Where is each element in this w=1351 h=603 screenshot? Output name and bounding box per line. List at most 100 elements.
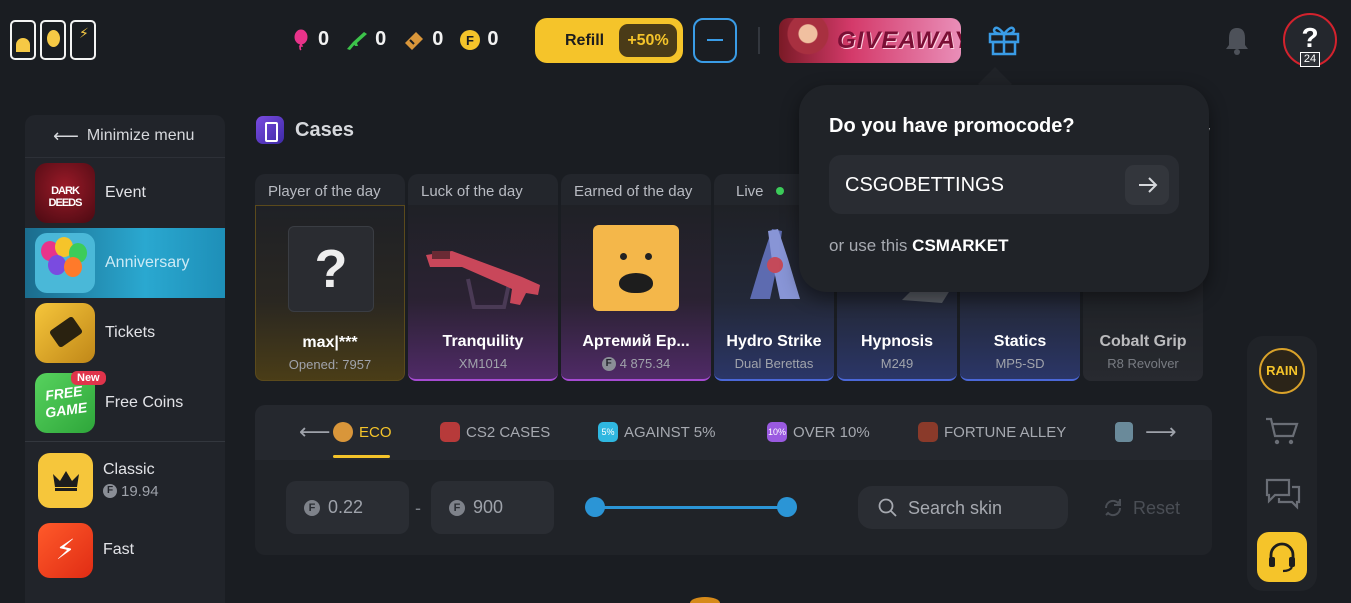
highlight-tabs: Player of the day Luck of the day Earned… [255, 174, 814, 208]
gift-icon[interactable] [986, 22, 1022, 58]
percent-10-icon: 10% [767, 422, 787, 442]
drop-sub: M249 [880, 356, 914, 371]
price-slider-track[interactable] [595, 506, 787, 509]
fcoin-icon: F [460, 29, 481, 50]
sidebar-item-label: Free Coins [105, 394, 184, 411]
drop-name: Cobalt Grip [1099, 333, 1187, 350]
page-title: Cases [256, 116, 354, 144]
rifle-stat[interactable]: 0 [345, 28, 386, 51]
next-category-icon[interactable] [1115, 422, 1133, 442]
promocode-field[interactable] [829, 155, 1179, 214]
minimize-menu-label: Minimize menu [86, 127, 195, 144]
page-title-text: Cases [295, 118, 354, 141]
hint-prefix: or use this [829, 236, 908, 255]
logo-cell-1 [10, 20, 36, 60]
suggested-promocode[interactable]: CSMARKET [912, 236, 1008, 255]
sidebar-item-tickets[interactable]: Tickets [25, 298, 225, 368]
giveaway-banner[interactable]: GIVEAWAY [779, 18, 961, 63]
tab-player-of-the-day[interactable]: Player of the day [255, 174, 405, 208]
price-slider-min-handle[interactable] [585, 497, 605, 517]
user-avatar[interactable]: ? 24 [1283, 13, 1337, 67]
sidebar-item-free-coins[interactable]: FREE GAME New Free Coins [25, 368, 225, 438]
ticket-count: 0 [432, 28, 444, 50]
drop-card[interactable]: Артемий Ер... F 4 875.34 [561, 205, 711, 381]
case-image-peek [690, 597, 720, 603]
drop-name: Артемий Ер... [582, 333, 690, 350]
chat-icon[interactable] [1264, 477, 1302, 511]
price-min-field[interactable]: F 0.22 [286, 481, 409, 534]
drop-sub: Opened: 7957 [288, 357, 372, 372]
tab-cs2-cases[interactable]: CS2 CASES [440, 422, 550, 442]
active-tab-indicator [333, 455, 390, 458]
classic-price: F 19.94 [103, 483, 159, 500]
sidebar-item-label: Tickets [105, 324, 156, 341]
reset-label: Reset [1133, 497, 1181, 518]
sidebar-item-anniversary[interactable]: Anniversary [25, 228, 225, 298]
fcoin-icon: F [601, 356, 616, 371]
site-logo[interactable]: ⚡ [10, 20, 96, 60]
drop-card[interactable]: ? max|*** Opened: 7957 [255, 205, 405, 381]
search-skin-field[interactable] [858, 486, 1068, 529]
tab-label: CS2 CASES [466, 423, 551, 441]
arrow-right-icon [1139, 177, 1158, 193]
classic-text: Classic F 19.94 [103, 461, 159, 500]
eco-icon [333, 422, 353, 442]
sidebar-item-classic[interactable]: Classic F 19.94 [25, 445, 225, 515]
question-icon: ? [288, 226, 374, 312]
sidebar-item-label: Classic [103, 460, 155, 478]
tab-luck-of-the-day[interactable]: Luck of the day [408, 174, 558, 208]
drop-amount: 4 875.34 [619, 356, 671, 371]
bell-icon[interactable] [1224, 25, 1250, 55]
price-max-field[interactable]: F 900 [431, 481, 554, 534]
drop-name: Hydro Strike [726, 333, 822, 350]
headset-icon [1269, 542, 1295, 573]
sidebar-item-event[interactable]: DARK DEEDS Event [25, 158, 225, 228]
fcoin-stat[interactable]: F 0 [459, 28, 499, 51]
sidebar-item-fast[interactable]: ⚡ Fast [25, 515, 225, 585]
apply-promocode-button[interactable] [1125, 165, 1169, 205]
cart-icon[interactable] [1264, 416, 1300, 446]
lightning-icon: ⚡ [38, 522, 93, 578]
promocode-input[interactable] [845, 171, 1105, 199]
balloon-stat[interactable]: 0 [292, 28, 329, 51]
tab-label: Luck of the day [421, 182, 523, 200]
refill-bonus-badge: +50% [619, 24, 677, 57]
collapse-balance-button[interactable] [693, 18, 737, 63]
tab-eco[interactable]: ECO [333, 422, 392, 442]
refresh-icon [1104, 499, 1122, 517]
ticket-stat[interactable]: 0 [402, 28, 443, 51]
tab-against-5[interactable]: 5% AGAINST 5% [598, 422, 715, 442]
search-input[interactable] [908, 496, 1058, 520]
balance-stats: 0 0 0 F 0 [292, 28, 499, 51]
header-divider [758, 27, 760, 54]
arrow-right-icon[interactable]: ⟶ [1145, 419, 1177, 445]
tab-label: Live [736, 182, 764, 200]
refill-button[interactable]: Refill +50% [535, 18, 683, 63]
level-badge: 24 [1300, 52, 1320, 67]
giveaway-label: GIVEAWAY [837, 27, 961, 54]
price-min-value: 0.22 [328, 497, 364, 517]
support-button[interactable] [1257, 532, 1307, 582]
tab-label: FORTUNE ALLEY [944, 423, 1067, 441]
rifle-count: 0 [375, 28, 387, 50]
price-max-value: 900 [473, 497, 504, 517]
balloon-count: 0 [318, 28, 330, 50]
drop-sub: F 4 875.34 [561, 356, 711, 371]
tab-earned-of-the-day[interactable]: Earned of the day [561, 174, 711, 208]
fcoin-icon: F [103, 484, 117, 498]
lightning-icon: ⚡ [79, 25, 89, 41]
tab-label: ECO [359, 423, 392, 441]
drop-sub: MP5-SD [995, 356, 1045, 371]
drop-card[interactable]: Tranquility XM1014 [408, 205, 558, 381]
event-icon-art: DARK DEEDS [48, 185, 83, 209]
drop-sub: XM1014 [458, 356, 508, 371]
minimize-menu-button[interactable]: ⟵ Minimize menu [25, 115, 225, 158]
sidebar: ⟵ Minimize menu DARK DEEDS Event Anniver… [25, 115, 225, 603]
reset-button[interactable]: Reset [1101, 496, 1180, 520]
tab-fortune-alley[interactable]: FORTUNE ALLEY [918, 422, 1066, 442]
rain-button[interactable]: RAIN [1259, 348, 1305, 394]
arrow-left-icon[interactable]: ⟵ [299, 419, 331, 445]
price-slider-max-handle[interactable] [777, 497, 797, 517]
tab-over-10[interactable]: 10% OVER 10% [767, 422, 870, 442]
range-dash: - [415, 498, 421, 518]
